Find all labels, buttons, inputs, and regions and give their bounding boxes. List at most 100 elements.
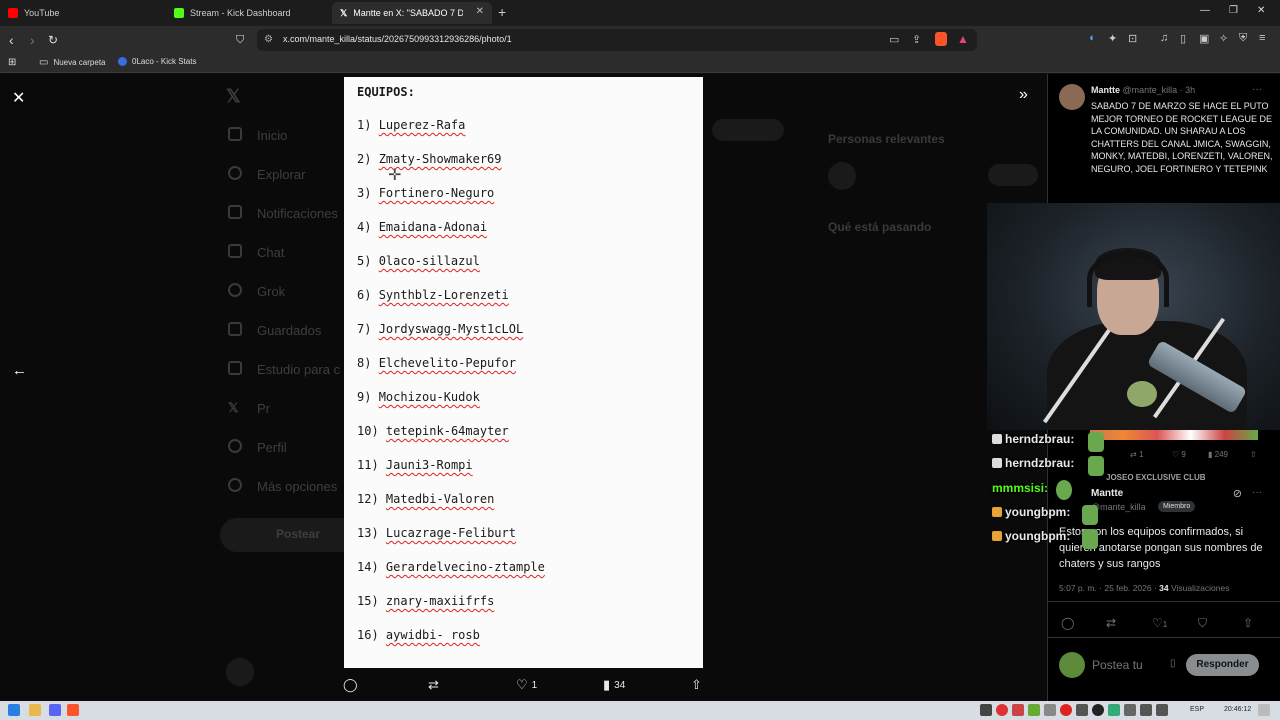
tab-x-active[interactable]: 𝕏 Mantte en X: "SABADO 7 DE MA ✕ bbox=[332, 2, 492, 24]
language-indicator[interactable]: ESP bbox=[1190, 706, 1204, 713]
vpn-icon[interactable]: ⛨ bbox=[1239, 32, 1247, 45]
repost-stat[interactable]: ⇄ 1 bbox=[1130, 450, 1143, 459]
photo-reply-button[interactable]: ◯ bbox=[343, 677, 362, 693]
tray-app-icon[interactable] bbox=[980, 704, 992, 716]
tab-close-icon[interactable]: ✕ bbox=[476, 6, 484, 17]
clock[interactable]: 20:46:12 bbox=[1224, 706, 1251, 713]
previous-photo-icon[interactable]: ← bbox=[12, 362, 27, 379]
media-icon[interactable]: ♫ bbox=[1160, 32, 1168, 44]
extension-audio-icon[interactable]: ◖ bbox=[1088, 32, 1095, 44]
bookmark-folder[interactable]: ▭ Nueva carpeta bbox=[39, 57, 105, 68]
brave-shield-icon[interactable] bbox=[935, 32, 947, 46]
share-icon[interactable]: ⇪ bbox=[912, 33, 921, 46]
share-icon[interactable]: ⇧ bbox=[1243, 616, 1253, 630]
minimize-icon[interactable]: — bbox=[1200, 5, 1210, 16]
site-settings-icon[interactable]: ⚙ bbox=[264, 34, 273, 45]
photo-like-button[interactable]: ♡ 1 bbox=[516, 677, 537, 693]
tray-app-icon[interactable] bbox=[1012, 704, 1024, 716]
tweet-photo[interactable]: EQUIPOS: 1) Luperez-Rafa 2) Zmaty-Showmak… bbox=[344, 77, 703, 668]
leo-icon[interactable]: ✧ bbox=[1219, 32, 1228, 45]
brave-icon[interactable] bbox=[67, 704, 79, 716]
team-entry: 8) Elchevelito-Pepufor bbox=[357, 356, 516, 370]
tray-app-icon[interactable] bbox=[1124, 704, 1136, 716]
photo-share-button[interactable]: ⇧ bbox=[691, 677, 706, 693]
team-name: tetepink-64mayter bbox=[385, 424, 509, 438]
chat-badge-icon bbox=[992, 531, 1002, 541]
bg-nav-label: Explorar bbox=[257, 167, 306, 182]
repost-icon[interactable]: ⇄ bbox=[1106, 616, 1116, 630]
more-options-icon[interactable]: ··· bbox=[1252, 487, 1262, 498]
file-explorer-icon[interactable] bbox=[29, 704, 41, 716]
grok-icon[interactable]: ⊘ bbox=[1233, 487, 1242, 500]
reload-icon[interactable]: ↻ bbox=[48, 33, 58, 47]
bg-nav-label: Pr bbox=[257, 401, 270, 416]
bg-heading: Qué está pasando bbox=[828, 220, 932, 234]
emote-icon bbox=[1056, 480, 1072, 500]
volume-icon[interactable] bbox=[1156, 704, 1168, 716]
tab-youtube[interactable]: YouTube bbox=[0, 2, 166, 24]
divider bbox=[1048, 637, 1280, 638]
bookmark-icon[interactable]: ⛉ bbox=[1198, 616, 1207, 631]
x-photo-viewer: 𝕏 Inicio Explorar Notificaciones Chat Gr… bbox=[0, 74, 1280, 701]
photo-repost-button[interactable]: ⇄ bbox=[428, 677, 443, 693]
tab-kick[interactable]: Stream - Kick Dashboard bbox=[166, 2, 332, 24]
brave-rewards-icon[interactable]: ▲ bbox=[957, 32, 969, 46]
tray-app-icon[interactable] bbox=[1028, 704, 1040, 716]
reply-icon[interactable]: ◯ bbox=[1061, 616, 1074, 630]
close-window-icon[interactable]: ✕ bbox=[1257, 5, 1265, 16]
bookmark-label: Nueva carpeta bbox=[53, 58, 106, 67]
menu-icon[interactable]: ≡ bbox=[1259, 32, 1265, 44]
forward-icon[interactable]: › bbox=[30, 32, 35, 48]
install-icon[interactable]: ▭ bbox=[889, 33, 899, 46]
start-icon[interactable] bbox=[8, 704, 20, 716]
back-icon[interactable]: ‹ bbox=[9, 32, 14, 48]
notifications-icon[interactable] bbox=[1258, 704, 1270, 716]
share-icon[interactable]: ⇧ bbox=[1250, 450, 1257, 459]
like-stat[interactable]: ♡ 9 bbox=[1172, 450, 1186, 459]
discord-icon[interactable] bbox=[49, 704, 61, 716]
address-bar[interactable]: ⚙ x.com/mante_killa/status/2026750993312… bbox=[257, 29, 977, 51]
profile-icon bbox=[228, 439, 242, 453]
close-icon[interactable]: ✕ bbox=[12, 88, 25, 108]
tray-app-icon[interactable] bbox=[1060, 704, 1072, 716]
author-name[interactable]: Mantte bbox=[1091, 488, 1123, 499]
author-handle: @mante_killa · 3h bbox=[1122, 85, 1196, 95]
collapse-panel-icon[interactable]: » bbox=[1019, 86, 1028, 104]
tray-app-icon[interactable] bbox=[1076, 704, 1088, 716]
tray-app-icon[interactable] bbox=[1092, 704, 1104, 716]
team-number: 3) bbox=[357, 186, 372, 200]
maximize-icon[interactable]: ❐ bbox=[1229, 5, 1238, 16]
bookmark-kick-stats[interactable]: 0Laco - Kick Stats bbox=[118, 57, 196, 66]
more-options-icon[interactable]: ··· bbox=[1252, 84, 1262, 95]
team-entry: 15) znary-maxiifrfs bbox=[357, 594, 494, 608]
sidebar-icon[interactable]: ▯ bbox=[1180, 32, 1186, 45]
more-icon bbox=[228, 478, 242, 492]
chat-message: youngbpm: bbox=[992, 529, 1070, 543]
apps-grid-icon[interactable]: ⊞ bbox=[8, 57, 16, 68]
author-name: Mantte bbox=[1091, 85, 1120, 95]
team-number: 7) bbox=[357, 322, 372, 336]
avatar[interactable] bbox=[1059, 84, 1085, 110]
tray-app-icon[interactable] bbox=[1044, 704, 1056, 716]
tray-app-icon[interactable] bbox=[996, 704, 1008, 716]
new-tab-button[interactable]: + bbox=[498, 4, 506, 20]
tray-app-icon[interactable] bbox=[1108, 704, 1120, 716]
bg-button bbox=[712, 119, 784, 141]
bookmark-icon[interactable]: ⛉ bbox=[236, 34, 244, 47]
like-button[interactable]: ♡1 bbox=[1152, 616, 1167, 630]
tweet-author[interactable]: Mantte @mante_killa · 3h bbox=[1091, 85, 1195, 95]
photo-views-button[interactable]: ▮ 34 bbox=[603, 677, 625, 693]
team-entry: 11) Jauni3-Rompi bbox=[357, 458, 473, 472]
emote-icon bbox=[1082, 505, 1098, 525]
extension-screenshot-icon[interactable]: ⊡ bbox=[1128, 32, 1137, 45]
network-icon[interactable] bbox=[1140, 704, 1152, 716]
reply-button[interactable]: Responder bbox=[1186, 654, 1259, 676]
bg-post-label: Postear bbox=[276, 527, 321, 541]
reply-input[interactable]: Postea tu bbox=[1092, 658, 1143, 672]
wallet-icon[interactable]: ▣ bbox=[1199, 32, 1209, 45]
chat-message: mmmsisi: bbox=[992, 481, 1048, 495]
extension-puzzle-icon[interactable]: ✦ bbox=[1108, 32, 1117, 45]
views-stat[interactable]: ▮ 249 bbox=[1208, 450, 1228, 459]
team-name: Synthblz-Lorenzeti bbox=[378, 288, 509, 302]
author-handle[interactable]: @mante_killa bbox=[1091, 502, 1146, 512]
